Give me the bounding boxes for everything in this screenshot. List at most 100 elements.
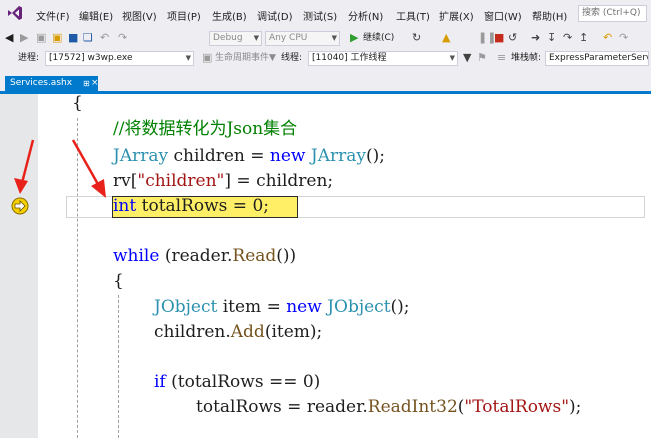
indent-guide bbox=[118, 295, 119, 438]
code-token: (); bbox=[365, 146, 385, 166]
code-line[interactable]: while (reader.Read()) bbox=[113, 244, 296, 269]
code-token: ()) bbox=[276, 246, 297, 266]
chevron-down-icon: ▼ bbox=[449, 54, 455, 62]
code-token: "TotalRows" bbox=[464, 397, 570, 417]
undo-icon-2[interactable]: ↶ bbox=[603, 31, 612, 45]
thread-select[interactable]: [11040] 工作线程 ▼ bbox=[308, 51, 458, 66]
menu-view[interactable]: 视图(V) bbox=[122, 8, 157, 23]
code-token: JArray bbox=[113, 146, 169, 166]
code-token: JArray bbox=[310, 146, 366, 166]
toggle-stack-icon[interactable]: ≡ bbox=[497, 51, 506, 65]
code-line[interactable]: rv["children"] = children; bbox=[113, 169, 333, 194]
code-token: item = bbox=[217, 297, 287, 317]
code-line[interactable]: //将数据转化为Json集合 bbox=[113, 117, 297, 142]
chevron-down-icon[interactable]: ▼ bbox=[269, 51, 276, 65]
chevron-down-icon: ▼ bbox=[185, 54, 191, 62]
step-into-icon[interactable]: ↧ bbox=[547, 31, 556, 45]
menu-tools[interactable]: 工具(T) bbox=[396, 8, 430, 23]
code-token: ReadInt32 bbox=[367, 397, 458, 417]
restart-debug-icon[interactable]: ↺ bbox=[508, 31, 517, 45]
indent-guide bbox=[77, 118, 78, 438]
visual-studio-logo-icon[interactable] bbox=[6, 4, 24, 22]
lifecycle-events-button[interactable]: 生命周期事件 bbox=[215, 51, 269, 65]
process-label: 进程: bbox=[18, 53, 40, 63]
code-token: int bbox=[113, 196, 137, 216]
configuration-value: Debug bbox=[213, 33, 243, 43]
new-item-icon[interactable]: ▣ bbox=[36, 31, 46, 45]
code-token: (item); bbox=[264, 322, 323, 342]
menu-window[interactable]: 窗口(W) bbox=[484, 8, 522, 23]
stack-frame-select[interactable]: ExpressParameterServ bbox=[545, 51, 649, 66]
process-value: [17572] w3wp.exe bbox=[49, 53, 133, 63]
code-token: JObject bbox=[327, 297, 391, 317]
code-line[interactable]: totalRows = reader.ReadInt32("TotalRows"… bbox=[196, 395, 581, 420]
code-line[interactable]: int totalRows = 0; bbox=[113, 194, 269, 219]
tab-services-ashx[interactable]: Services.ashx ⊞ × bbox=[5, 76, 99, 91]
code-token: "children" bbox=[137, 171, 225, 191]
forward-icon[interactable]: ▶ bbox=[20, 31, 28, 45]
code-token: { bbox=[113, 271, 124, 291]
thread-value: [11040] 工作线程 bbox=[312, 53, 387, 63]
code-token: Add bbox=[230, 322, 265, 342]
platform-value: Any CPU bbox=[269, 33, 308, 43]
menu-file[interactable]: 文件(F) bbox=[36, 8, 70, 23]
search-input[interactable]: 搜索 (Ctrl+Q) bbox=[578, 5, 647, 22]
configuration-select[interactable]: Debug ▼ bbox=[209, 31, 262, 46]
code-line[interactable]: if (totalRows == 0) bbox=[154, 370, 320, 395]
code-token: while bbox=[113, 246, 160, 266]
close-icon[interactable]: × bbox=[91, 76, 99, 91]
redo-icon-2[interactable]: ↷ bbox=[619, 31, 628, 45]
code-line[interactable]: { bbox=[113, 269, 124, 294]
stack-frame-value: ExpressParameterServ bbox=[549, 53, 649, 63]
menu-test[interactable]: 测试(S) bbox=[303, 8, 337, 23]
standard-toolbar: ◀ ▶ ▣ ▣ ■ ❏ ↶ ↷ Debug ▼ Any CPU ▼ ▶ 继续(C) … bbox=[0, 28, 651, 48]
code-token: { bbox=[72, 93, 83, 113]
menu-help[interactable]: 帮助(H) bbox=[532, 8, 567, 23]
continue-button[interactable]: 继续(C) bbox=[363, 31, 394, 45]
step-out-icon[interactable]: ↥ bbox=[579, 31, 588, 45]
stop-icon[interactable]: ■ bbox=[494, 31, 504, 45]
code-token: Read bbox=[232, 246, 277, 266]
step-over-icon[interactable]: ↷ bbox=[563, 31, 572, 45]
show-next-statement-icon[interactable]: ➜ bbox=[531, 31, 540, 45]
code-line[interactable]: children.Add(item); bbox=[154, 320, 322, 345]
menu-extensions[interactable]: 扩展(X) bbox=[439, 8, 474, 23]
save-icon[interactable]: ■ bbox=[68, 31, 78, 45]
menu-build[interactable]: 生成(B) bbox=[212, 8, 247, 23]
continue-icon[interactable]: ▶ bbox=[350, 31, 358, 45]
filter-icon[interactable]: ▼ bbox=[463, 51, 471, 65]
menu-analyze[interactable]: 分析(N) bbox=[348, 8, 383, 23]
back-icon[interactable]: ◀ bbox=[5, 31, 13, 45]
code-token: ] = children; bbox=[224, 171, 334, 191]
lifecycle-events-icon[interactable]: ▣ bbox=[202, 51, 212, 65]
platform-select[interactable]: Any CPU ▼ bbox=[265, 31, 340, 46]
code-token: (totalRows == 0) bbox=[165, 372, 321, 392]
code-token: children = bbox=[168, 146, 270, 166]
indicator-margin[interactable] bbox=[0, 94, 38, 438]
menu-debug[interactable]: 调试(D) bbox=[257, 8, 293, 23]
open-file-icon[interactable]: ▣ bbox=[52, 31, 62, 45]
flag-icon[interactable]: ⚑ bbox=[477, 51, 487, 65]
code-token: (); bbox=[390, 297, 410, 317]
restart-icon[interactable]: ↻ bbox=[412, 31, 421, 45]
tab-label: Services.ashx bbox=[10, 78, 73, 88]
code-line[interactable]: { bbox=[72, 91, 83, 116]
code-line[interactable]: JArray children = new JArray(); bbox=[113, 144, 385, 169]
menu-edit[interactable]: 编辑(E) bbox=[79, 8, 113, 23]
code-token: new bbox=[269, 146, 306, 166]
undo-icon[interactable]: ↶ bbox=[100, 31, 109, 45]
current-statement-arrow-icon bbox=[11, 197, 29, 215]
stack-frame-label: 堆栈帧: bbox=[511, 53, 542, 63]
pin-icon[interactable]: ⊞ bbox=[83, 76, 90, 91]
process-select[interactable]: [17572] w3wp.exe ▼ bbox=[45, 51, 194, 66]
redo-icon[interactable]: ↷ bbox=[118, 31, 127, 45]
debug-location-toolbar: 进程: [17572] w3wp.exe ▼ ▣ 生命周期事件 ▼ 线程: [11… bbox=[0, 48, 651, 68]
code-token: (reader. bbox=[159, 246, 233, 266]
code-token: ); bbox=[569, 397, 582, 417]
menu-project[interactable]: 项目(P) bbox=[167, 8, 201, 23]
code-token: new bbox=[286, 297, 322, 317]
hot-reload-icon[interactable]: ▲ bbox=[442, 31, 450, 45]
code-token: //将数据转化为Json集合 bbox=[113, 119, 298, 139]
code-line[interactable]: JObject item = new JObject(); bbox=[154, 295, 410, 320]
save-all-icon[interactable]: ❏ bbox=[83, 31, 93, 45]
